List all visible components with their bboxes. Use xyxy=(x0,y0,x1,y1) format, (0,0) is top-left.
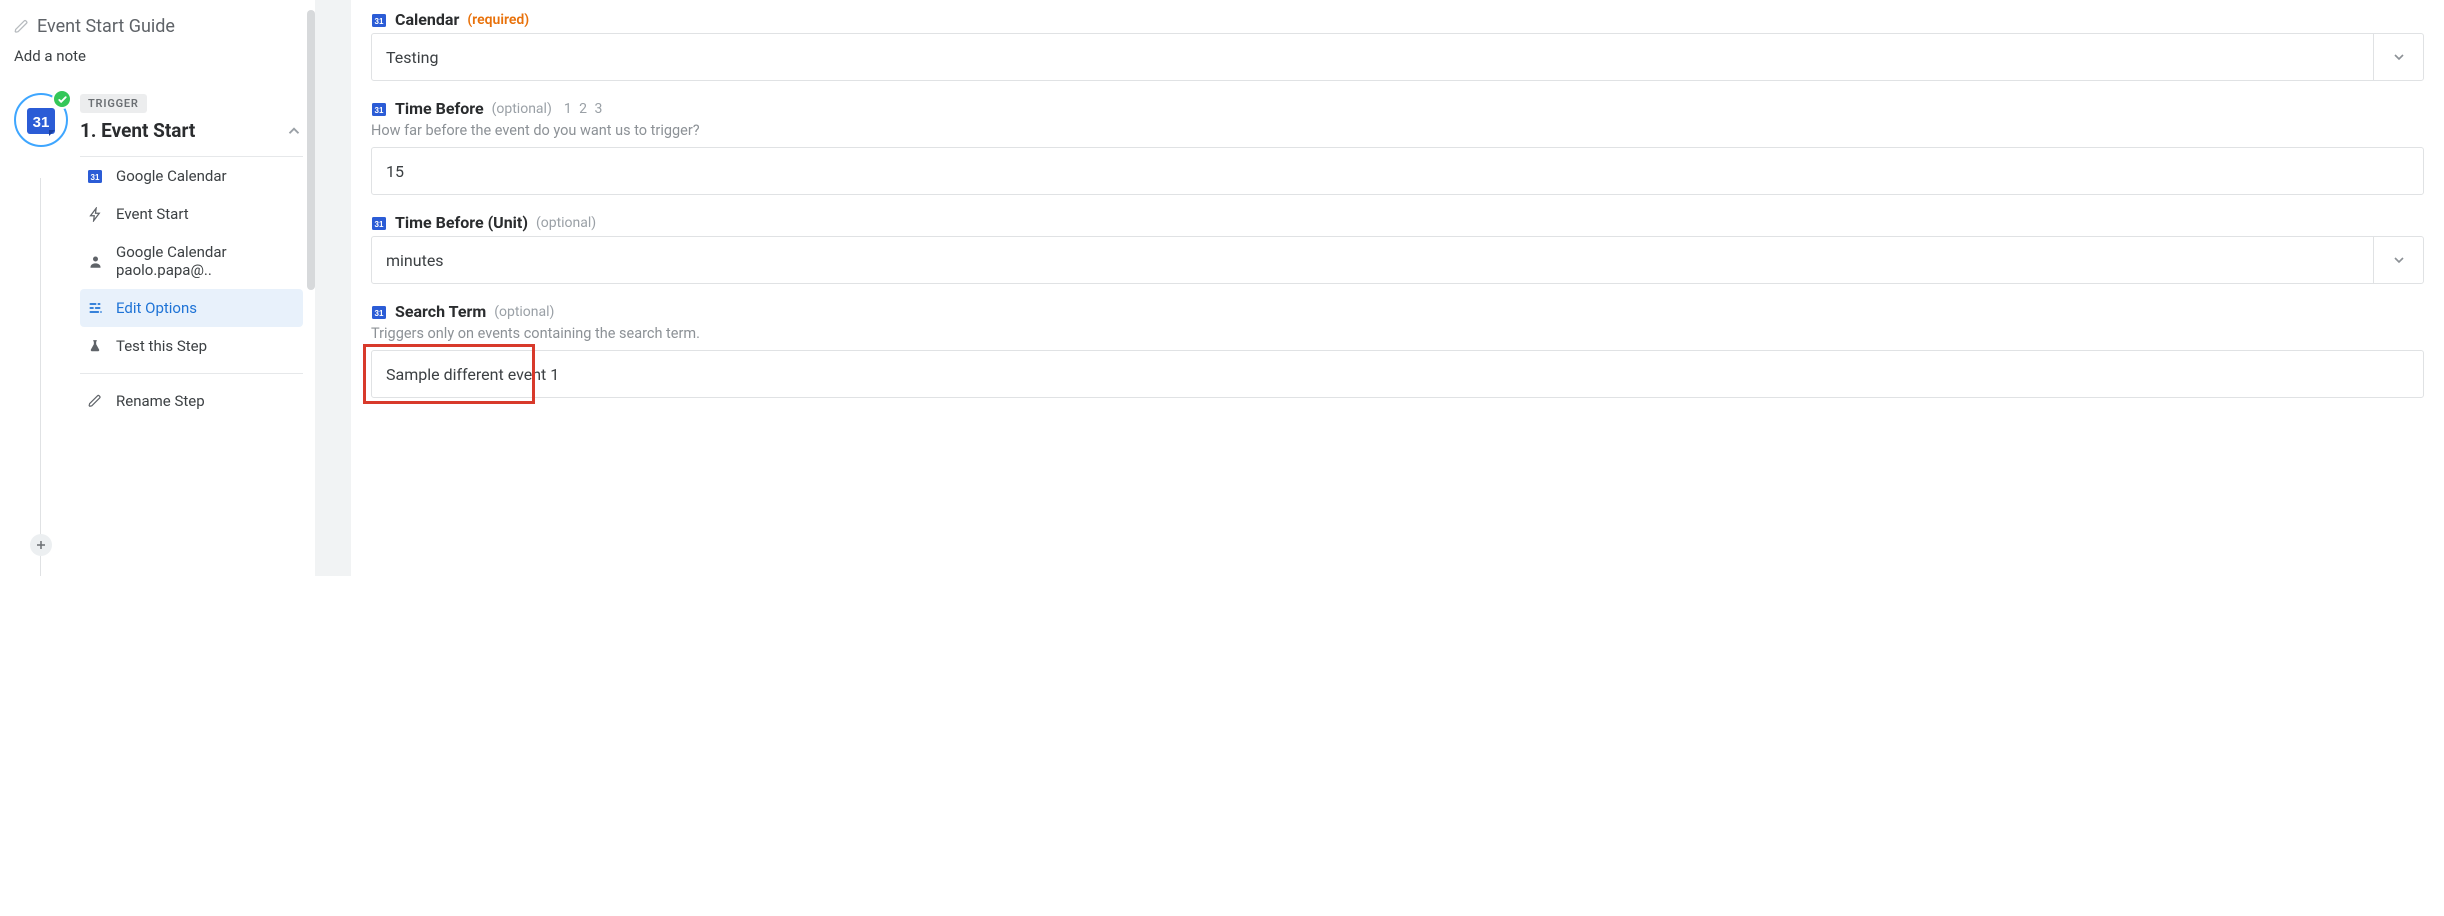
search-term-help: Triggers only on events containing the s… xyxy=(371,325,2424,342)
time-before-unit-value: minutes xyxy=(372,251,2373,270)
optional-tag: (optional) xyxy=(494,304,554,320)
step-timeline xyxy=(40,178,41,576)
optional-tag: (optional) xyxy=(536,215,596,231)
svg-text:31: 31 xyxy=(375,220,384,229)
field-time-before-unit: 31 Time Before (Unit) (optional) minutes xyxy=(371,213,2424,284)
field-search-term: 31 Search Term (optional) Triggers only … xyxy=(371,302,2424,398)
step-title: 1. Event Start xyxy=(80,119,195,142)
pencil-icon xyxy=(14,19,29,34)
substep-edit-options[interactable]: Edit Options xyxy=(80,289,303,327)
field-type-hint: 1 2 3 xyxy=(564,101,605,117)
guide-title: Event Start Guide xyxy=(37,16,175,37)
search-term-value: Sample different event 1 xyxy=(372,365,573,384)
google-calendar-icon: 31 xyxy=(25,104,57,136)
field-time-before: 31 Time Before (optional) 1 2 3 How far … xyxy=(371,99,2424,195)
guide-title-row[interactable]: Event Start Guide xyxy=(14,16,303,37)
substep-edit-label: Edit Options xyxy=(116,299,197,317)
add-step-button[interactable] xyxy=(30,534,52,556)
step-app-icon[interactable]: 31 xyxy=(14,93,68,147)
substep-test-label: Test this Step xyxy=(116,337,207,355)
unit-dropdown-toggle[interactable] xyxy=(2373,237,2423,283)
step-success-badge xyxy=(52,89,72,109)
calendar-label: Calendar xyxy=(395,10,459,29)
sidebar: Event Start Guide Add a note 31 TRIGGER … xyxy=(0,0,315,576)
add-note-link[interactable]: Add a note xyxy=(14,47,303,65)
substep-account[interactable]: Google Calendar paolo.papa@.. xyxy=(80,233,303,289)
substep-app[interactable]: 31 Google Calendar xyxy=(80,157,303,195)
time-before-input[interactable]: 15 xyxy=(371,147,2424,195)
calendar-select[interactable]: Testing xyxy=(371,33,2424,81)
calendar-dropdown-toggle[interactable] xyxy=(2373,34,2423,80)
panel-gutter xyxy=(315,0,351,576)
svg-text:31: 31 xyxy=(375,309,384,318)
google-calendar-icon: 31 xyxy=(371,101,387,117)
scrollbar[interactable] xyxy=(307,10,315,290)
google-calendar-icon: 31 xyxy=(371,12,387,28)
google-calendar-icon: 31 xyxy=(371,304,387,320)
svg-text:31: 31 xyxy=(33,114,50,131)
svg-text:31: 31 xyxy=(375,17,384,26)
divider xyxy=(80,373,303,374)
time-before-unit-label: Time Before (Unit) xyxy=(395,213,528,232)
chevron-up-icon xyxy=(285,122,303,140)
options-icon xyxy=(87,300,103,316)
substep-rename-label: Rename Step xyxy=(116,392,205,410)
lightning-icon xyxy=(88,207,103,222)
search-term-input[interactable]: Sample different event 1 xyxy=(371,350,2424,398)
field-calendar: 31 Calendar (required) Testing xyxy=(371,10,2424,81)
optional-tag: (optional) xyxy=(492,101,552,117)
search-term-label: Search Term xyxy=(395,302,486,321)
trigger-badge: TRIGGER xyxy=(80,94,147,113)
substep-account-label: Google Calendar paolo.papa@.. xyxy=(116,243,295,279)
pencil-icon xyxy=(88,394,102,408)
calendar-value: Testing xyxy=(372,48,2373,67)
time-before-help: How far before the event do you want us … xyxy=(371,122,2424,139)
person-icon xyxy=(88,254,103,269)
substep-rename[interactable]: Rename Step xyxy=(80,382,303,420)
time-before-unit-select[interactable]: minutes xyxy=(371,236,2424,284)
google-calendar-icon: 31 xyxy=(371,215,387,231)
svg-text:31: 31 xyxy=(91,173,100,182)
substep-app-label: Google Calendar xyxy=(116,167,227,185)
chevron-down-icon xyxy=(2391,49,2407,65)
svg-text:31: 31 xyxy=(375,106,384,115)
chevron-down-icon xyxy=(2391,252,2407,268)
substep-trigger-label: Event Start xyxy=(116,205,189,223)
plus-icon xyxy=(35,539,47,551)
substep-trigger[interactable]: Event Start xyxy=(80,195,303,233)
substep-test[interactable]: Test this Step xyxy=(80,327,303,365)
time-before-value: 15 xyxy=(386,162,404,181)
flask-icon xyxy=(88,339,102,353)
google-calendar-icon: 31 xyxy=(87,168,103,184)
time-before-label: Time Before xyxy=(395,99,484,118)
step-header[interactable]: 1. Event Start xyxy=(80,119,303,142)
options-panel: 31 Calendar (required) Testing 31 Time B… xyxy=(351,0,2444,576)
required-tag: (required) xyxy=(467,12,529,28)
